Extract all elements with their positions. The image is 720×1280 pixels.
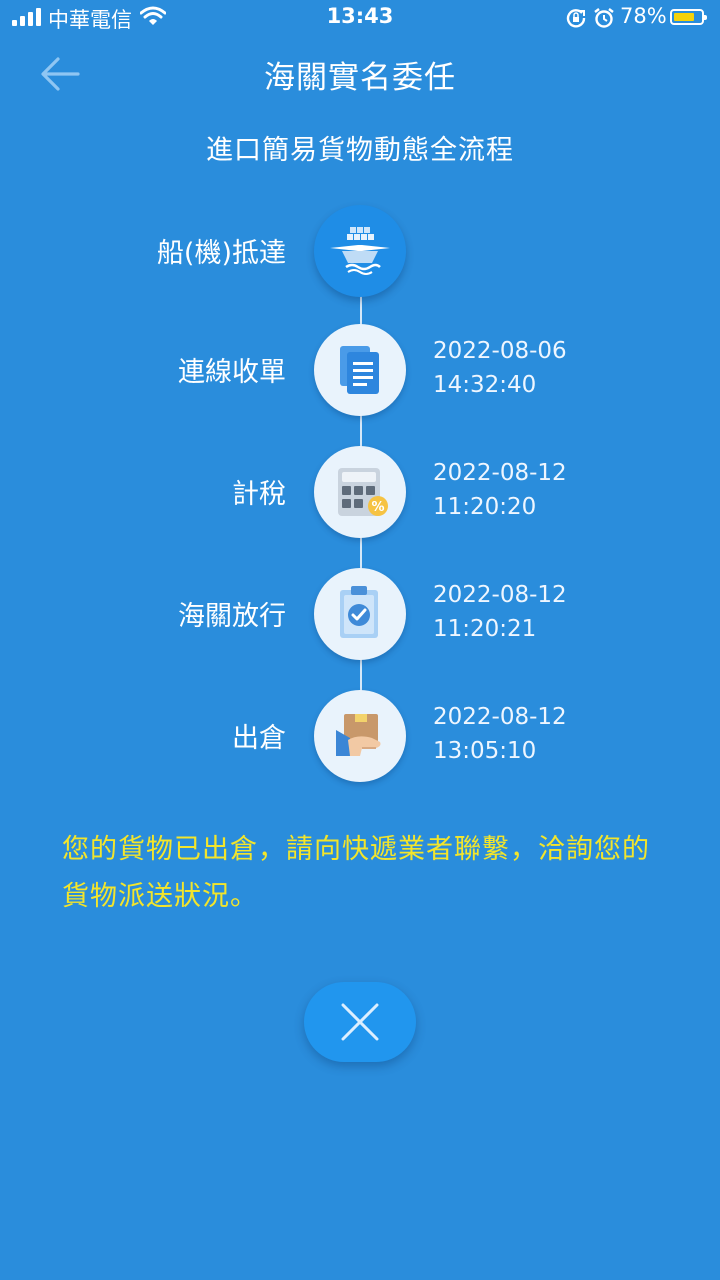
step-timestamp: 2022-08-12 13:05:10: [433, 700, 567, 768]
step-date: 2022-08-06: [433, 338, 567, 364]
step-label: 計稅: [232, 479, 286, 510]
timeline-step-warehouse-exit: 出倉 2022-08-12 13:05:10: [0, 688, 720, 784]
step-circle: [314, 568, 406, 660]
step-circle: [314, 324, 406, 416]
step-time: 14:32:40: [433, 372, 537, 398]
step-label: 船(機)抵達: [156, 238, 286, 269]
status-bar: 中華電信 13:43 78%: [0, 0, 720, 36]
step-circle: [314, 690, 406, 782]
step-timestamp: 2022-08-06 14:32:40: [433, 334, 567, 402]
calculator-icon: %: [338, 468, 388, 516]
timeline-step-manifest: 連線收單 2022-08-06 14:32:40: [0, 322, 720, 418]
step-circle: %: [314, 446, 406, 538]
page-title: 海關實名委任: [264, 60, 456, 96]
clipboard-check-icon: [340, 586, 378, 638]
flow-subtitle: 進口簡易貨物動態全流程: [206, 135, 514, 166]
step-timestamp: 2022-08-12 11:20:20: [433, 456, 567, 524]
package-hand-icon: [336, 714, 381, 756]
rotation-lock-icon: [566, 8, 586, 32]
step-timestamp: 2022-08-12 11:20:21: [433, 578, 567, 646]
step-circle: [314, 205, 406, 297]
step-time: 11:20:20: [433, 494, 537, 520]
timeline-step-release: 海關放行 2022-08-12 11:20:21: [0, 566, 720, 662]
step-date: 2022-08-12: [433, 582, 567, 608]
step-time: 11:20:21: [433, 616, 537, 642]
ship-plane-icon: [330, 227, 390, 275]
step-label: 連線收單: [178, 357, 286, 388]
document-icon: [340, 346, 379, 394]
close-button[interactable]: [304, 982, 416, 1062]
step-time: 13:05:10: [433, 738, 537, 764]
battery-percentage: 78%: [620, 4, 667, 28]
battery-icon: [670, 9, 707, 25]
timeline-step-arrival: 船(機)抵達: [0, 203, 720, 299]
alarm-icon: [593, 7, 615, 33]
status-message: 您的貨物已出倉，請向快遞業者聯繫，洽詢您的貨物派送狀況。: [62, 834, 650, 912]
step-label: 海關放行: [178, 601, 286, 632]
step-date: 2022-08-12: [433, 704, 567, 730]
close-icon: [341, 1003, 379, 1041]
step-date: 2022-08-12: [433, 460, 567, 486]
step-label: 出倉: [232, 723, 286, 754]
timeline-step-tax: 計稅 % 2022-08-12 11:20:20: [0, 444, 720, 540]
svg-text:%: %: [371, 500, 384, 515]
